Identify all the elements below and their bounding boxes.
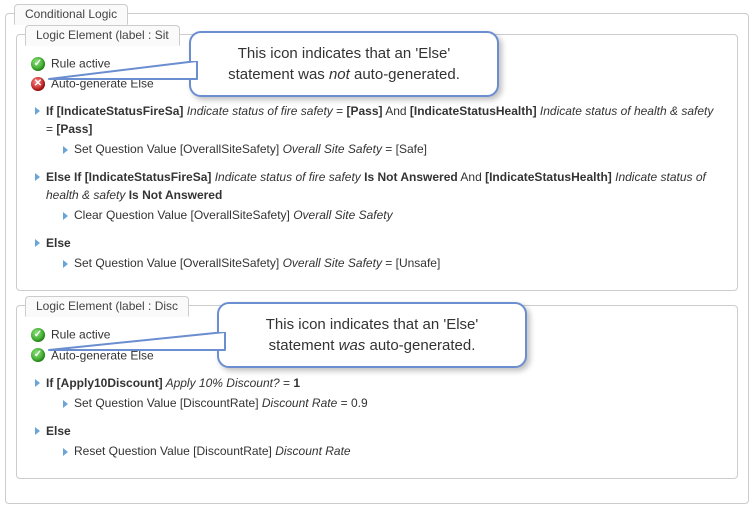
emphasis: not <box>329 66 350 83</box>
tab-label: Conditional Logic <box>25 7 117 21</box>
arrow-icon <box>63 400 68 408</box>
action-text: Set Question Value [OverallSiteSafety] <box>74 256 283 270</box>
question-label: Overall Site Safety <box>293 208 392 222</box>
callout-line: statement was not auto-generated. <box>207 64 481 85</box>
text: auto-generated. <box>365 337 475 354</box>
check-icon <box>31 348 45 362</box>
op: = <box>280 376 294 390</box>
arrow-icon <box>35 107 40 115</box>
logic-tab-label: Logic Element (label : Disc <box>36 299 178 313</box>
question-label: Discount Rate <box>275 444 350 458</box>
check-icon <box>31 57 45 71</box>
else-clause: Else Reset Question Value [DiscountRate]… <box>35 422 723 460</box>
action-text: Set Question Value [OverallSiteSafety] <box>74 142 283 156</box>
action-text: Reset Question Value [DiscountRate] <box>74 444 275 458</box>
if-clause: If [Apply10Discount] Apply 10% Discount?… <box>35 374 723 412</box>
arrow-icon <box>35 239 40 247</box>
else-clause: Else Set Question Value [OverallSiteSafe… <box>35 234 723 272</box>
text: statement <box>269 337 339 354</box>
if-expression: If [IndicateStatusFireSa] Indicate statu… <box>46 102 723 138</box>
op: = <box>46 122 56 136</box>
kw-and: And <box>383 104 410 118</box>
text: statement was <box>228 66 329 83</box>
check-icon <box>31 328 45 342</box>
if-action: Set Question Value [DiscountRate] Discou… <box>63 394 723 412</box>
action-text: Clear Question Value [OverallSiteSafety] <box>74 208 293 222</box>
cross-icon <box>31 77 45 91</box>
arrow-icon <box>63 146 68 154</box>
kw-elseif: Else If <box>46 170 85 184</box>
kw-if: If <box>46 104 57 118</box>
callout-tail-icon <box>47 61 207 101</box>
action-text: Set Question Value [DiscountRate] <box>74 396 262 410</box>
kw-else: Else <box>46 234 71 252</box>
question-label: Indicate status of health & safety <box>537 104 714 118</box>
token: [IndicateStatusHealth] <box>485 170 612 184</box>
arrow-icon <box>63 260 68 268</box>
else-action: Set Question Value [OverallSiteSafety] O… <box>63 254 723 272</box>
else-action: Reset Question Value [DiscountRate] Disc… <box>63 442 723 460</box>
tab-conditional-logic[interactable]: Conditional Logic <box>14 4 128 25</box>
logic-element-panel-2: Logic Element (label : Disc Rule active … <box>16 305 738 478</box>
action-value: = [Safe] <box>382 142 427 156</box>
if-clause: If [IndicateStatusFireSa] Indicate statu… <box>35 102 723 158</box>
value: [Pass] <box>346 104 382 118</box>
kw-if: If <box>46 376 57 390</box>
callout-line: This icon indicates that an 'Else' <box>235 314 509 335</box>
predicate: Is Not Answered <box>361 170 458 184</box>
arrow-icon <box>35 173 40 181</box>
question-label: Apply 10% Discount? <box>163 376 280 390</box>
token: [Apply10Discount] <box>57 376 163 390</box>
elseif-action: Clear Question Value [OverallSiteSafety]… <box>63 206 723 224</box>
if-action: Set Question Value [OverallSiteSafety] O… <box>63 140 723 158</box>
logic-element-tab-2[interactable]: Logic Element (label : Disc <box>25 296 189 317</box>
callout-was-autogenerated: This icon indicates that an 'Else' state… <box>217 302 527 368</box>
predicate: Is Not Answered <box>125 188 222 202</box>
question-label: Overall Site Safety <box>283 256 382 270</box>
arrow-icon <box>35 379 40 387</box>
arrow-icon <box>35 427 40 435</box>
value: [Pass] <box>56 122 92 136</box>
question-label: Indicate status of fire safety <box>211 170 360 184</box>
arrow-icon <box>63 448 68 456</box>
callout-line: This icon indicates that an 'Else' <box>207 43 481 64</box>
if-expression: If [Apply10Discount] Apply 10% Discount?… <box>46 374 300 392</box>
text: auto-generated. <box>350 66 460 83</box>
conditional-logic-container: Conditional Logic Logic Element (label :… <box>5 13 749 504</box>
kw-else: Else <box>46 422 71 440</box>
elseif-clause: Else If [IndicateStatusFireSa] Indicate … <box>35 168 723 224</box>
action-value: = 0.9 <box>337 396 367 410</box>
op: = <box>333 104 347 118</box>
logic-tab-label: Logic Element (label : Sit <box>36 28 169 42</box>
callout-line: statement was auto-generated. <box>235 335 509 356</box>
emphasis: was <box>339 337 366 354</box>
elseif-expression: Else If [IndicateStatusFireSa] Indicate … <box>46 168 723 204</box>
token: [IndicateStatusFireSa] <box>57 104 184 118</box>
token: [IndicateStatusHealth] <box>410 104 537 118</box>
logic-element-panel-1: Logic Element (label : Sit Rule active A… <box>16 34 738 291</box>
logic-element-tab-1[interactable]: Logic Element (label : Sit <box>25 25 180 46</box>
question-label: Discount Rate <box>262 396 337 410</box>
question-label: Overall Site Safety <box>283 142 382 156</box>
token: [IndicateStatusFireSa] <box>85 170 212 184</box>
question-label: Indicate status of fire safety <box>183 104 332 118</box>
kw-and: And <box>458 170 485 184</box>
callout-tail-icon <box>47 332 237 372</box>
callout-not-autogenerated: This icon indicates that an 'Else' state… <box>189 31 499 97</box>
action-value: = [Unsafe] <box>382 256 440 270</box>
arrow-icon <box>63 212 68 220</box>
value: 1 <box>293 376 300 390</box>
